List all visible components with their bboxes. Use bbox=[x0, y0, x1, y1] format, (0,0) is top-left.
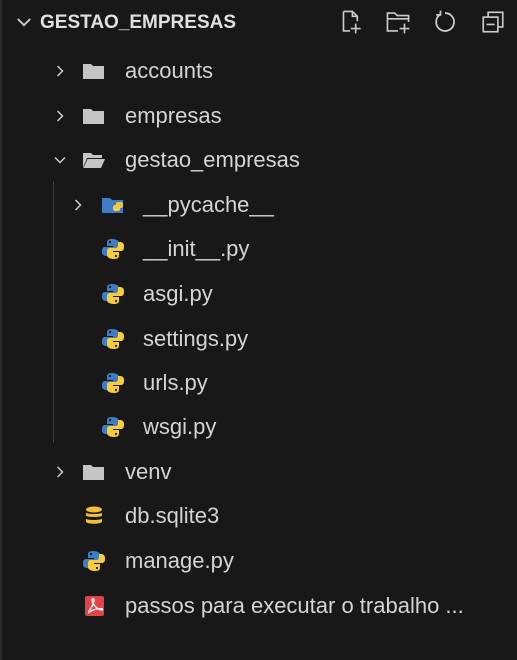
folder-icon bbox=[83, 109, 104, 124]
folder-open-icon bbox=[83, 153, 105, 168]
pdf-icon bbox=[85, 596, 104, 616]
tree-item-pdf[interactable]: passos para executar o trabalho ... bbox=[2, 584, 517, 629]
tree-item-init-py[interactable]: __init__.py bbox=[2, 227, 517, 272]
python-icon bbox=[102, 239, 124, 259]
new-file-button[interactable] bbox=[337, 9, 365, 37]
folder-icon bbox=[83, 64, 104, 79]
tree-item-venv[interactable]: venv bbox=[2, 450, 517, 495]
tree-item-label: venv bbox=[125, 459, 172, 484]
python-icon bbox=[102, 373, 124, 393]
python-icon bbox=[102, 417, 124, 437]
explorer-title[interactable]: GESTAO_EMPRESAS bbox=[40, 12, 236, 34]
chevron-down-icon bbox=[54, 156, 66, 164]
tree-item-label: settings.py bbox=[143, 326, 249, 351]
tree-item-label: __init__.py bbox=[143, 236, 250, 261]
tree-item-manage-py[interactable]: manage.py bbox=[2, 539, 517, 584]
database-icon bbox=[86, 506, 102, 524]
new-folder-icon bbox=[386, 12, 410, 34]
tree-item-label: accounts bbox=[125, 58, 214, 83]
tree-item-label: db.sqlite3 bbox=[125, 503, 220, 528]
explorer-header[interactable]: GESTAO_EMPRESAS bbox=[2, 0, 517, 46]
python-folder-icon bbox=[102, 198, 123, 213]
python-icon bbox=[102, 329, 124, 349]
tree-item-label: __pycache__ bbox=[143, 192, 274, 217]
tree-item-label: passos para executar o trabalho ... bbox=[125, 593, 464, 618]
collapse-all-button[interactable] bbox=[480, 9, 508, 37]
tree-item-label: empresas bbox=[125, 103, 222, 128]
tree-item-wsgi-py[interactable]: wsgi.py bbox=[2, 405, 517, 450]
refresh-button[interactable] bbox=[432, 9, 460, 37]
new-folder-button[interactable] bbox=[385, 9, 413, 37]
tree-item-asgi-py[interactable]: asgi.py bbox=[2, 272, 517, 317]
tree-item-settings-py[interactable]: settings.py bbox=[2, 317, 517, 362]
chevron-down-icon[interactable] bbox=[14, 12, 34, 32]
explorer-panel: GESTAO_EMPRESAS accounts empresas gestao… bbox=[0, 0, 517, 660]
new-file-icon bbox=[342, 10, 361, 34]
tree-item-gestao-empresas[interactable]: gestao_empresas bbox=[2, 138, 517, 183]
tree-item-label: asgi.py bbox=[143, 281, 213, 306]
tree-item-db-sqlite3[interactable]: db.sqlite3 bbox=[2, 494, 517, 539]
folder-icon bbox=[83, 465, 104, 480]
chevron-right-icon bbox=[56, 466, 64, 478]
chevron-right-icon bbox=[74, 199, 82, 211]
chevron-right-icon bbox=[56, 110, 64, 122]
tree-item-label: wsgi.py bbox=[143, 414, 217, 439]
collapse-all-icon bbox=[482, 11, 504, 33]
tree-item-urls-py[interactable]: urls.py bbox=[2, 361, 517, 406]
refresh-icon bbox=[435, 10, 455, 32]
tree-item-pycache[interactable]: __pycache__ bbox=[2, 183, 517, 228]
tree-item-label: gestao_empresas bbox=[125, 147, 300, 172]
tree-item-label: urls.py bbox=[143, 370, 208, 395]
chevron-right-icon bbox=[56, 65, 64, 77]
python-icon bbox=[102, 284, 124, 304]
python-icon bbox=[83, 551, 105, 571]
tree-item-accounts[interactable]: accounts bbox=[2, 49, 517, 94]
tree-item-label: manage.py bbox=[125, 548, 234, 573]
tree-item-empresas[interactable]: empresas bbox=[2, 94, 517, 139]
